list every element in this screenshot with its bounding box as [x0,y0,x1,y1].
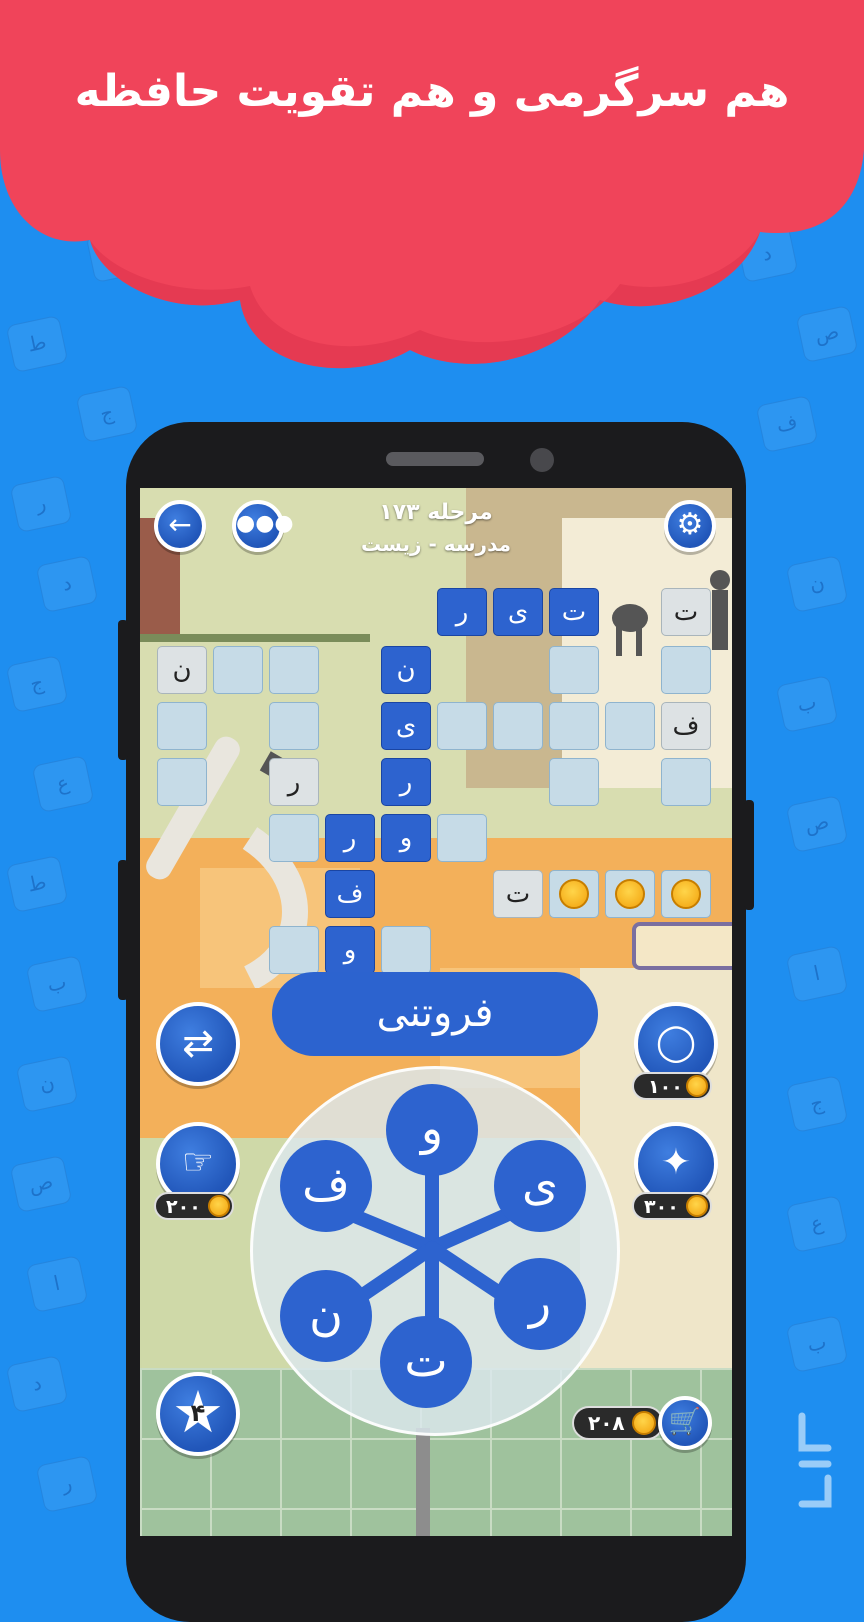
grid-cell [661,646,711,694]
finger-cost-badge: ۲۰۰ [154,1192,234,1220]
hint-cost-badge: ۱۰۰ [632,1072,712,1100]
grid-cell-coin [661,870,711,918]
settings-button[interactable]: ⚙ [664,500,716,552]
grid-cell [605,702,655,750]
grid-cell: ت [661,588,711,636]
grid-cell [157,758,207,806]
grid-cell: ر [325,814,375,862]
gear-icon: ⚙ [676,507,704,542]
red-cloud-banner [0,0,864,369]
grid-cell [549,646,599,694]
grid-cell: ی [381,702,431,750]
grid-cell [493,702,543,750]
coin-icon [686,1195,708,1217]
back-button[interactable]: ← [154,500,206,552]
cart-icon: 🛒 [668,1407,702,1437]
coin-icon [615,879,645,909]
stars-button[interactable]: ★ ۴ [156,1372,240,1456]
grid-cell [549,702,599,750]
coin-count: ۲۰۸ [588,1411,625,1435]
phone-camera [530,448,554,472]
grid-cell: ی [493,588,543,636]
grid-cell [269,926,319,974]
coin-icon [686,1075,708,1097]
finger-tap-icon: ☞ [181,1142,215,1183]
coin-icon [208,1195,230,1217]
wheel-letter[interactable]: ف [280,1140,372,1232]
wheel-letter[interactable]: ن [280,1270,372,1362]
grid-cell [381,926,431,974]
back-arrow-icon: ← [168,508,192,541]
grid-cell [437,814,487,862]
lightbulb-icon: ◯ [655,1022,697,1063]
magic-wand-icon: ✦ [660,1142,692,1183]
grid-cell: ر [437,588,487,636]
shuffle-icon: ⇄ [182,1021,214,1065]
headline: هم سرگرمی و هم تقویت حافظه [74,66,790,117]
grid-cell-coin [605,870,655,918]
grid-cell: ت [493,870,543,918]
level-title: مرحله ۱۷۳ [379,500,493,525]
grid-cell [437,702,487,750]
phone-speaker [386,452,484,466]
grid-cell-coin [549,870,599,918]
shelf-top [140,634,370,642]
coin-icon [632,1411,656,1435]
grid-cell [549,758,599,806]
coin-icon [559,879,589,909]
phone-side-button [744,800,754,910]
level-subtitle: مدرسه - زیست [360,532,512,556]
grid-cell: ن [381,646,431,694]
menu-button[interactable]: ●●● [232,500,294,552]
phone-side-button [118,620,128,760]
grid-cell: ر [381,758,431,806]
grid-cell: و [325,926,375,974]
more-dots-icon: ●●● [236,511,294,536]
wheel-letter[interactable]: ت [380,1316,472,1408]
coin-icon [671,879,701,909]
magic-cost: ۳۰۰ [644,1196,679,1218]
grid-cell [661,758,711,806]
grid-cell [269,814,319,862]
stars-count: ۴ [190,1399,206,1427]
grid-cell: ر [269,758,319,806]
shuffle-button[interactable]: ⇄ [156,1002,240,1086]
hint-cost: ۱۰۰ [648,1076,683,1098]
grid-cell [269,702,319,750]
game-screen: ← ●●● ⚙ مرحله ۱۷۳ مدرسه - زیست ر ی ت ت ن… [140,488,732,1536]
phone-side-button [118,860,128,1000]
finger-cost: ۲۰۰ [166,1196,201,1218]
grid-cell: ن [157,646,207,694]
store-logo-watermark [798,1412,832,1508]
grid-cell [157,702,207,750]
grid-cell: ت [549,588,599,636]
coin-balance: ۲۰۸ [572,1406,664,1440]
magic-cost-badge: ۳۰۰ [632,1192,712,1220]
grid-cell [213,646,263,694]
grid-cell: ف [325,870,375,918]
stand-pole [416,1428,430,1536]
shop-button[interactable]: 🛒 [658,1396,712,1450]
grid-cell: ف [661,702,711,750]
wheel-letter[interactable]: ر [494,1258,586,1350]
current-word: فروتنی [272,972,598,1056]
test-tube-rack [632,922,732,970]
wheel-letter[interactable]: ی [494,1140,586,1232]
grid-cell: و [381,814,431,862]
grid-cell [269,646,319,694]
wheel-letter[interactable]: و [386,1084,478,1176]
